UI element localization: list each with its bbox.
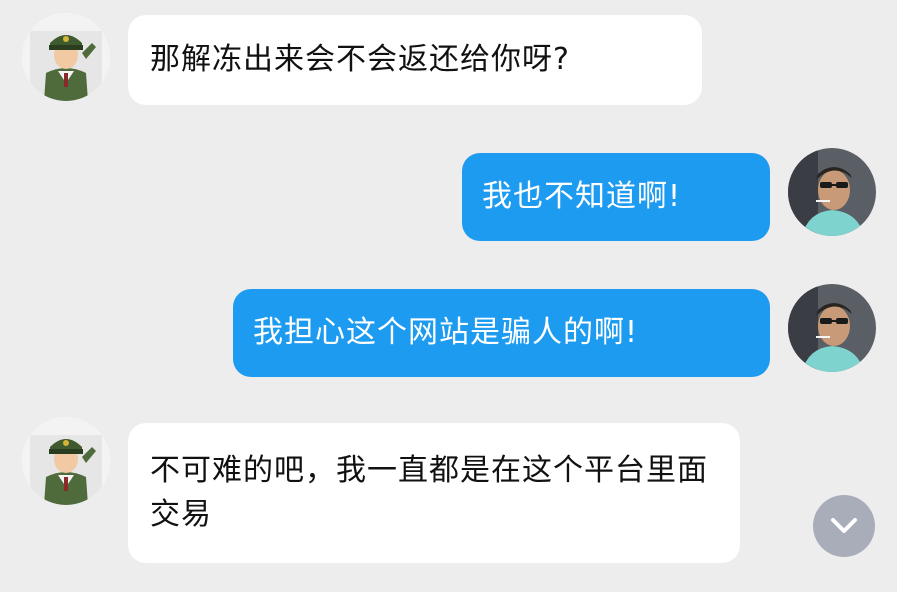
message-text: 我担心这个网站是骗人的啊! (253, 315, 639, 350)
message-text: 那解冻出来会不会返还给你呀? (150, 42, 570, 77)
message-bubble-incoming[interactable]: 不可难的吧，我一直都是在这个平台里面交易 (128, 423, 740, 563)
my-avatar[interactable] (788, 284, 876, 372)
soldier-avatar-icon (22, 417, 110, 505)
message-text: 我也不知道啊! (482, 179, 682, 214)
message-bubble-incoming[interactable]: 那解冻出来会不会返还给你呀? (128, 15, 702, 105)
man-sunglasses-avatar-icon (788, 148, 876, 236)
man-sunglasses-avatar-icon (788, 284, 876, 372)
soldier-avatar-icon (22, 13, 110, 101)
contact-avatar[interactable] (22, 13, 110, 101)
message-bubble-outgoing[interactable]: 我也不知道啊! (462, 153, 770, 241)
my-avatar[interactable] (788, 148, 876, 236)
scroll-to-bottom-button[interactable] (813, 495, 875, 557)
message-text: 不可难的吧，我一直都是在这个平台里面交易 (150, 453, 708, 532)
message-bubble-outgoing[interactable]: 我担心这个网站是骗人的啊! (233, 289, 770, 377)
chevron-down-icon (831, 518, 857, 533)
contact-avatar[interactable] (22, 417, 110, 505)
